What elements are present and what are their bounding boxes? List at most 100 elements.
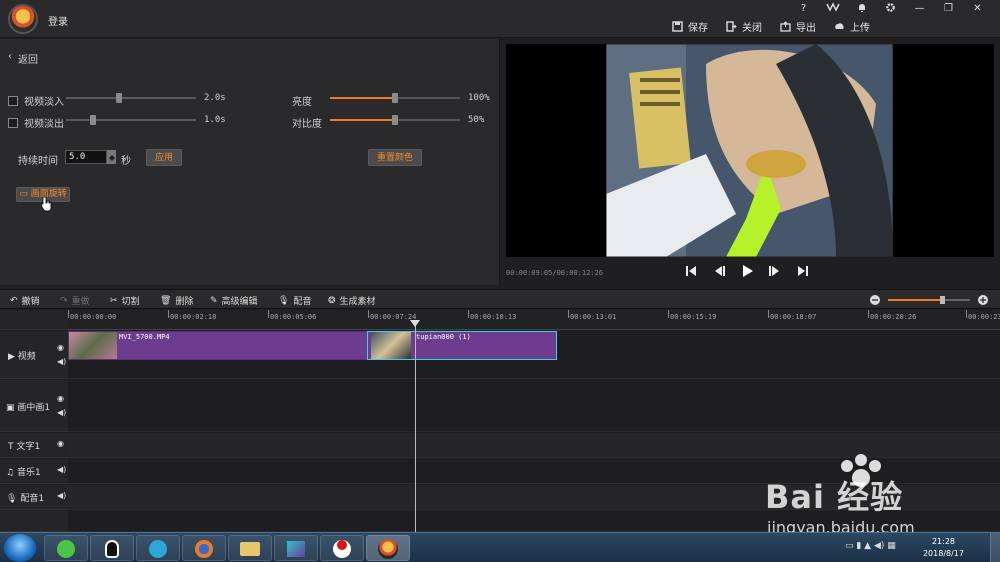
watermark-brand: Bai 经验 (765, 478, 904, 516)
save-icon (672, 20, 683, 32)
prev-frame-icon[interactable] (712, 264, 726, 278)
fade-out-checkbox[interactable] (8, 117, 18, 128)
ruler-tick: 00:00:18:07 (770, 313, 817, 321)
brightness-slider-knob[interactable] (392, 93, 398, 103)
film-reel-icon: ❂ (328, 295, 336, 306)
back-button[interactable]: ‹ 返回 (8, 51, 38, 66)
scissors-icon: ✂ (110, 295, 118, 306)
speaker-icon[interactable]: ◀) (57, 408, 66, 417)
ruler-tick: 00:00:23: (968, 313, 1000, 321)
ruler-tick: 00:00:15:19 (670, 313, 717, 321)
pip-track[interactable] (68, 380, 1000, 432)
video-preview[interactable] (506, 44, 994, 257)
fade-out-slider-knob[interactable] (90, 115, 96, 125)
clip-name: MVI_5700.MP4 (119, 333, 170, 341)
fade-out-slider[interactable] (66, 115, 196, 125)
export-icon (780, 20, 791, 32)
clock-time: 21:28 (931, 537, 956, 546)
taskbar-360-icon[interactable] (44, 535, 88, 561)
speaker-icon[interactable]: ◀) (57, 465, 66, 474)
video-clip-mvi5700[interactable]: MVI_5700.MP4 (68, 331, 368, 360)
play-icon[interactable] (740, 264, 754, 278)
system-tray-icons[interactable]: ▭ ▮ ▲ ◀) ▦ (845, 541, 896, 551)
login-link[interactable]: 登录 (48, 13, 68, 28)
minimize-icon[interactable]: — (905, 2, 934, 16)
vip-icon[interactable] (818, 2, 847, 16)
eye-icon[interactable]: ◉ (57, 394, 64, 403)
close-file-button[interactable]: 关闭 (726, 18, 762, 34)
duration-unit: 秒 (121, 156, 131, 167)
title-bar: 登录 ? — ❐ ✕ 保存 关闭 导出 上传 (0, 0, 1000, 38)
eye-icon[interactable]: ◉ (57, 343, 64, 352)
timeline-ruler[interactable]: 00:00:00:00 00:00:02:18 00:00:05:06 00:0… (68, 310, 1000, 330)
speaker-icon[interactable]: ◀) (57, 357, 66, 366)
advanced-edit-label: 高级编辑 (221, 297, 258, 307)
contrast-slider-knob[interactable] (392, 115, 398, 125)
advanced-edit-button[interactable]: ✎ 高级编辑 (210, 294, 258, 308)
video-clip-tupian[interactable]: tupian000 (1) (367, 331, 557, 360)
timeline-playhead[interactable] (410, 320, 420, 532)
dub-button[interactable]: 🎙 配音 (278, 294, 311, 308)
fade-in-slider[interactable] (66, 93, 196, 103)
taskbar-clock[interactable]: 21:28 2018/8/17 (923, 536, 964, 560)
taskbar-explorer-icon[interactable] (228, 535, 272, 561)
generate-material-button[interactable]: ❂ 生成素材 (328, 294, 376, 308)
upload-button[interactable]: 上传 (834, 18, 870, 34)
settings-panel: ‹ 返回 视频淡入 2.0s 视频淡出 1.0s 亮度 100% 对比度 50%… (0, 39, 500, 285)
chevron-left-icon: ‹ (8, 51, 12, 62)
undo-icon: ↶ (10, 295, 18, 306)
text-track-header: T 文字1 ◉ (0, 433, 68, 458)
skip-start-icon[interactable] (684, 264, 698, 278)
skip-end-icon[interactable] (796, 264, 810, 278)
ruler-tick: 00:00:20:26 (870, 313, 917, 321)
fade-in-slider-knob[interactable] (116, 93, 122, 103)
undo-button[interactable]: ↶ 撤销 (10, 294, 40, 308)
show-desktop-button[interactable] (990, 533, 1000, 562)
taskbar-app-icon[interactable] (274, 535, 318, 561)
baidu-watermark: Bai 经验 jingyan.baidu.com (765, 452, 985, 538)
close-file-label: 关闭 (742, 22, 762, 34)
speaker-icon[interactable]: ◀) (57, 491, 66, 500)
preview-frame-image (606, 44, 893, 257)
delete-button[interactable]: 🗑 删除 (160, 294, 193, 308)
contrast-slider[interactable] (330, 115, 460, 125)
video-track[interactable]: MVI_5700.MP4 tupian000 (1) (68, 331, 1000, 379)
eye-icon[interactable]: ◉ (57, 439, 64, 448)
start-button[interactable] (4, 534, 36, 562)
play-box-icon: ▶ (8, 352, 15, 362)
fade-in-checkbox[interactable] (8, 95, 18, 106)
pip-track-label: ▣ 画中画1 (6, 403, 51, 413)
save-button[interactable]: 保存 (672, 18, 708, 34)
fade-in-row: 视频淡入 (8, 93, 64, 108)
taskbar-media-icon[interactable] (136, 535, 180, 561)
taskbar-firefox-icon[interactable] (182, 535, 226, 561)
windows-taskbar: ▭ ▮ ▲ ◀) ▦ 21:28 2018/8/17 (0, 532, 1000, 562)
text-icon: T (8, 442, 14, 452)
close-window-icon[interactable]: ✕ (963, 2, 992, 16)
trash-icon: 🗑 (160, 295, 172, 306)
taskbar-video-editor-icon[interactable] (366, 535, 410, 561)
text-track-label: T 文字1 (8, 442, 41, 452)
cut-button[interactable]: ✂ 切割 (110, 294, 140, 308)
clip-thumbnail (69, 332, 117, 359)
next-frame-icon[interactable] (768, 264, 782, 278)
taskbar-recorder-icon[interactable] (320, 535, 364, 561)
fade-in-label: 视频淡入 (24, 97, 64, 108)
help-icon[interactable]: ? (789, 2, 818, 16)
bell-icon[interactable] (847, 2, 876, 16)
brightness-row: 亮度 (292, 93, 312, 108)
voice-track-label: 🎙 配音1 (6, 494, 45, 504)
microphone-icon: 🎙 (6, 494, 18, 504)
upload-label: 上传 (850, 22, 870, 34)
reset-color-button[interactable]: 重置颜色 (368, 149, 422, 166)
track-footer (0, 511, 68, 532)
gear-icon[interactable] (876, 2, 905, 16)
redo-button[interactable]: ↷ 重做 (60, 294, 90, 308)
apply-button[interactable]: 应用 (146, 149, 182, 166)
taskbar-qq-icon[interactable] (90, 535, 134, 561)
maximize-icon[interactable]: ❐ (934, 2, 963, 16)
brightness-slider[interactable] (330, 93, 460, 103)
duration-input[interactable]: 5.0 (65, 150, 107, 164)
export-button[interactable]: 导出 (780, 18, 816, 34)
duration-stepper[interactable] (107, 150, 116, 164)
